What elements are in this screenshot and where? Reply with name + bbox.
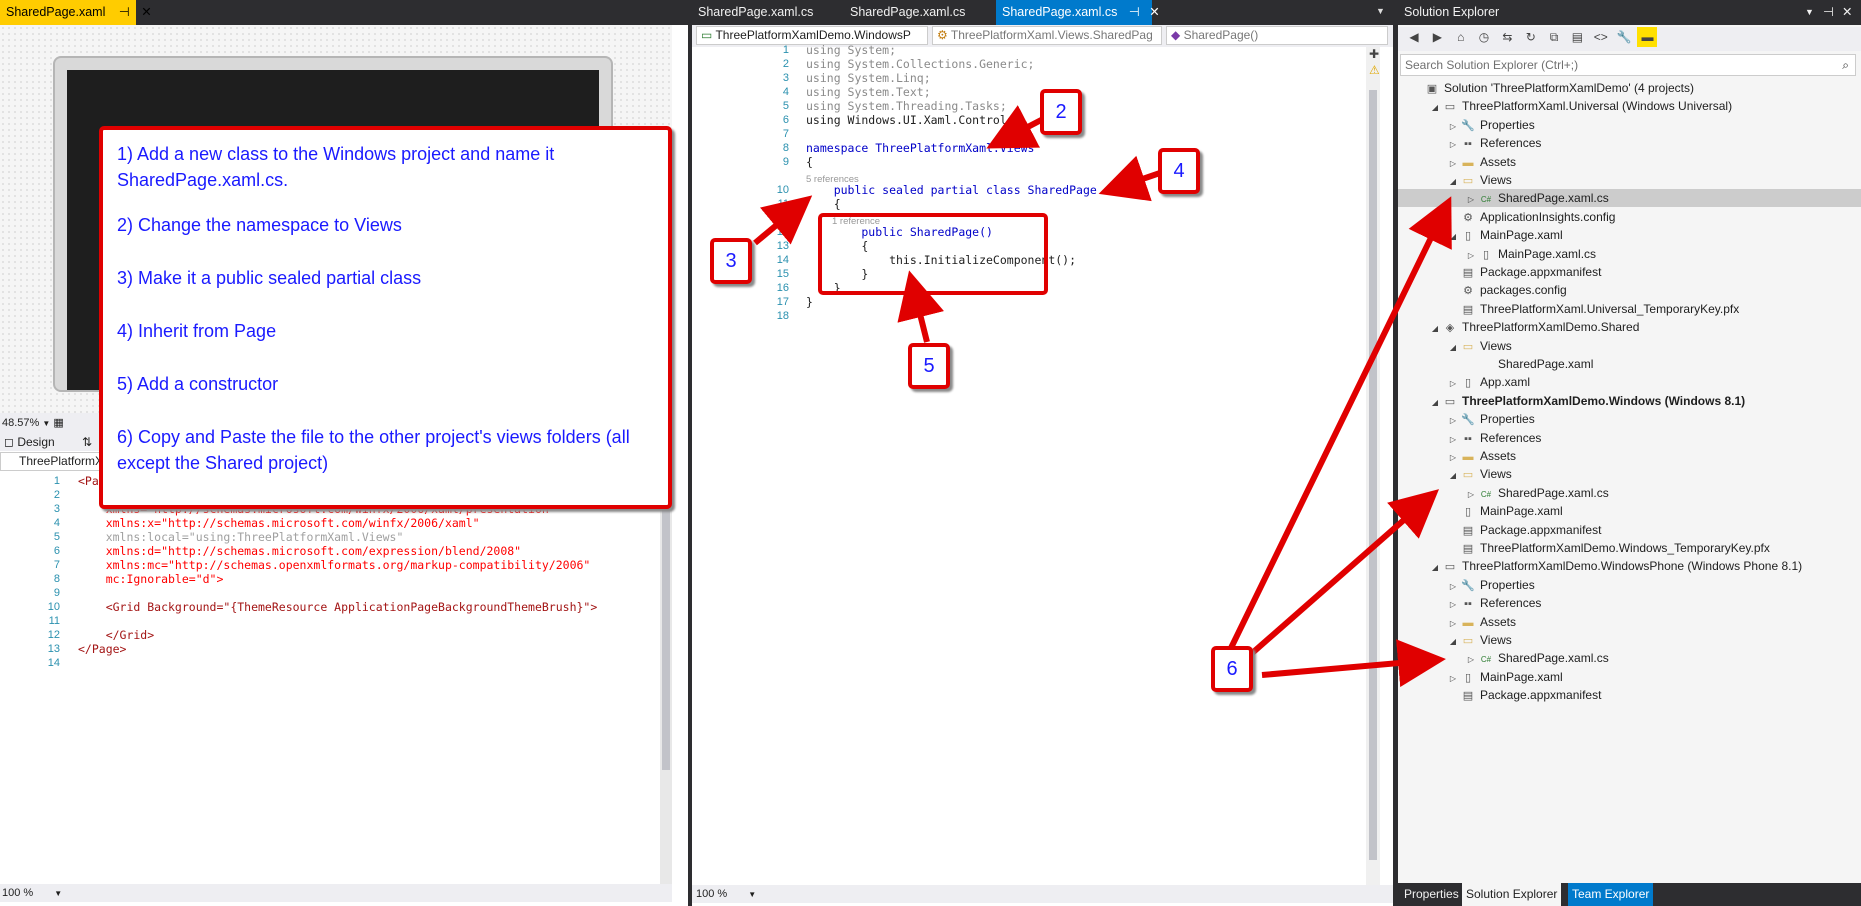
arrow-6b (1248, 489, 1440, 658)
arrow-6c (1261, 639, 1446, 688)
arrow-5 (897, 270, 945, 343)
arrow-3 (753, 195, 813, 246)
marker-3: 3 (710, 238, 752, 284)
marker-6: 6 (1211, 646, 1253, 692)
marker-2: 2 (1040, 89, 1082, 135)
arrow-4 (1098, 155, 1161, 202)
marker-4: 4 (1158, 148, 1200, 194)
marker-5: 5 (908, 343, 950, 389)
annotation-arrows (753, 105, 1452, 688)
arrow-6a (1227, 196, 1452, 652)
arrow-2 (986, 105, 1047, 149)
